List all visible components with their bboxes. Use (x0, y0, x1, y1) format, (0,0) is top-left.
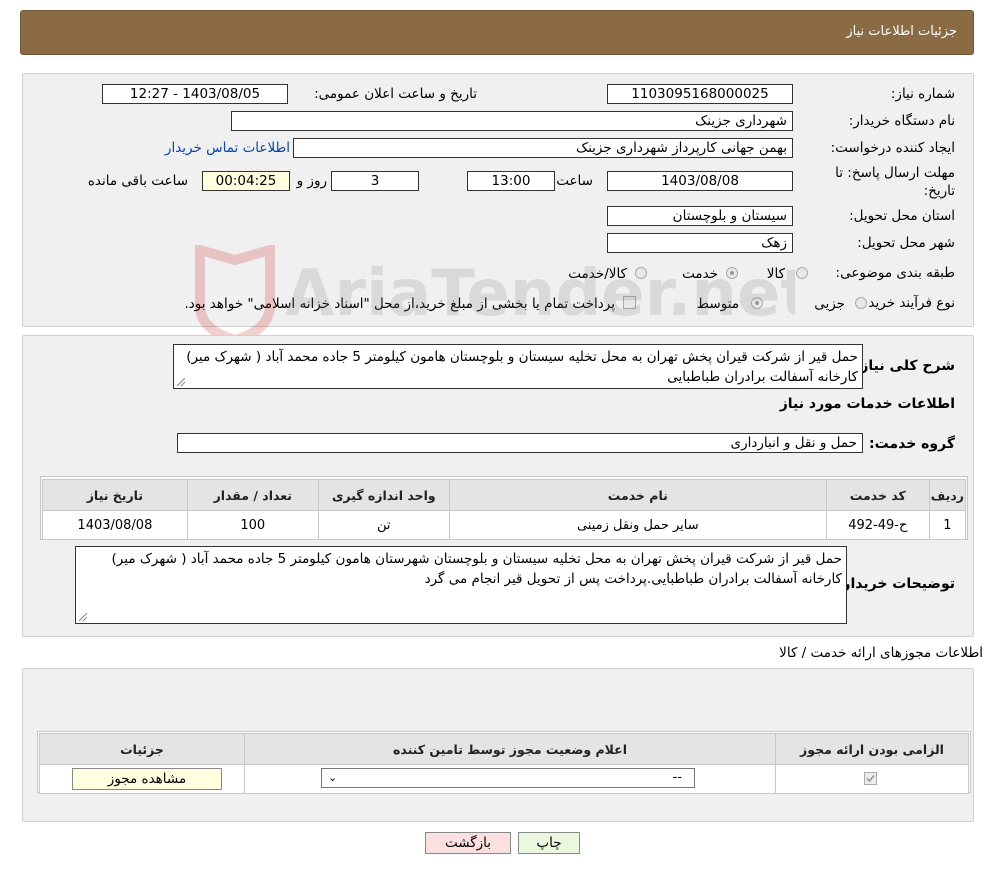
view-permit-button[interactable]: مشاهده مجوز (72, 768, 222, 790)
col-unit: واحد اندازه گیری (317, 479, 450, 511)
buyer-org-label: نام دستگاه خریدار: (848, 113, 955, 129)
province-field: سیستان و بلوچستان (607, 206, 793, 226)
description-label: شرح کلی نیاز: (854, 358, 955, 374)
permit-status-value: -- (672, 770, 682, 785)
deadline-date-field: 1403/08/08 (607, 171, 793, 191)
treasury-payment-checkbox[interactable] (623, 296, 636, 309)
buyer-org-field: شهرداری جزینک (231, 111, 793, 131)
buyer-notes-text: حمل قیر از شرکت قیران پخش تهران به محل ت… (111, 551, 842, 587)
buyer-contact-link[interactable]: اطلاعات تماس خریدار (165, 140, 290, 156)
description-textarea[interactable]: حمل قیر از شرکت قیران پخش تهران به محل ت… (173, 344, 863, 389)
days-field: 3 (331, 171, 419, 191)
process-label: نوع فرآیند خرید : (859, 295, 955, 311)
announce-field: 1403/08/05 - 12:27 (102, 84, 288, 104)
table-row: -- ⌄ مشاهده مجوز (39, 764, 969, 794)
buyer-notes-label: توضیحات خریدار: (836, 576, 955, 592)
category-radio-goods[interactable] (796, 267, 808, 279)
cell-permit-details: مشاهده مجوز (39, 764, 245, 794)
category-label: طبقه بندی موضوعی: (835, 265, 955, 281)
service-group-field: حمل و نقل و انبارداری (177, 433, 863, 453)
need-info-panel: شماره نیاز: 1103095168000025 تاریخ و ساع… (22, 73, 974, 327)
description-text: حمل قیر از شرکت قیران پخش تهران به محل ت… (186, 349, 858, 385)
col-quantity: تعداد / مقدار (186, 479, 319, 511)
city-label: شهر محل تحویل: (857, 235, 955, 251)
services-table: ردیف کد خدمت نام خدمت واحد اندازه گیری ت… (42, 479, 967, 540)
col-row: ردیف (928, 479, 967, 511)
service-group-label: گروه خدمت: (869, 436, 955, 452)
permit-required-checkbox (864, 772, 877, 785)
permits-section-title: اطلاعات مجوزهای ارائه خدمت / کالا (779, 645, 983, 661)
col-service-code: کد خدمت (825, 479, 930, 511)
description-panel: شرح کلی نیاز: حمل قیر از شرکت قیران پخش … (22, 335, 974, 637)
deadline-time-field: 13:00 (467, 171, 555, 191)
payment-note: پرداخت تمام یا بخشی از مبلغ خرید،از محل … (184, 296, 615, 312)
cell-service-code: ح-49-492 (825, 510, 930, 540)
table-row: 1 ح-49-492 سایر حمل ونقل زمینی تن 100 14… (42, 510, 967, 540)
permits-table: الزامی بودن ارائه مجوز اعلام وضعیت مجوز … (39, 733, 969, 794)
cell-permit-required (775, 764, 969, 794)
category-radio-goods-service[interactable] (635, 267, 647, 279)
cell-service-name: سایر حمل ونقل زمینی (448, 510, 827, 540)
buyer-notes-textarea[interactable]: حمل قیر از شرکت قیران پخش تهران به محل ت… (75, 546, 847, 624)
permits-table-wrap: الزامی بودن ارائه مجوز اعلام وضعیت مجوز … (37, 731, 971, 794)
col-service-name: نام خدمت (448, 479, 827, 511)
city-field: زهک (607, 233, 793, 253)
cell-need-date: 1403/08/08 (42, 510, 188, 540)
creator-field: بهمن جهانی کارپرداز شهرداری جزینک (293, 138, 793, 158)
resize-handle-icon[interactable] (79, 613, 87, 621)
process-radio-medium[interactable] (751, 297, 763, 309)
check-icon (866, 774, 875, 783)
col-permit-details: جزئیات (39, 733, 245, 765)
province-label: استان محل تحویل: (849, 208, 955, 224)
cell-unit: تن (317, 510, 450, 540)
category-goods-label: کالا (766, 266, 785, 282)
need-number-field: 1103095168000025 (607, 84, 793, 104)
announce-label: تاریخ و ساعت اعلان عمومی: (314, 86, 477, 102)
days-label: روز و (296, 173, 327, 189)
category-service-label: خدمت (682, 266, 718, 282)
services-section-title: اطلاعات خدمات مورد نیاز (779, 396, 955, 412)
cell-row: 1 (928, 510, 967, 540)
deadline-time-label: ساعت (556, 173, 593, 189)
cell-quantity: 100 (186, 510, 319, 540)
col-permit-required: الزامی بودن ارائه مجوز (775, 733, 969, 765)
process-minor-label: جزیی (814, 296, 845, 312)
print-button[interactable]: چاپ (518, 832, 580, 854)
cell-permit-status: -- ⌄ (244, 764, 776, 794)
permit-status-select[interactable]: -- ⌄ (321, 768, 695, 788)
services-table-wrap: ردیف کد خدمت نام خدمت واحد اندازه گیری ت… (40, 476, 968, 540)
col-need-date: تاریخ نیاز (42, 479, 188, 511)
need-number-label: شماره نیاز: (890, 86, 955, 102)
col-permit-status: اعلام وضعیت مجوز توسط تامین کننده (244, 733, 776, 765)
category-goods-service-label: کالا/خدمت (568, 266, 627, 282)
resize-handle-icon[interactable] (177, 378, 185, 386)
deadline-label-2: تاریخ: (923, 183, 955, 199)
process-medium-label: متوسط (696, 296, 739, 312)
permits-table-header: الزامی بودن ارائه مجوز اعلام وضعیت مجوز … (39, 733, 969, 765)
permits-panel: الزامی بودن ارائه مجوز اعلام وضعیت مجوز … (22, 668, 974, 822)
services-table-header: ردیف کد خدمت نام خدمت واحد اندازه گیری ت… (42, 479, 967, 511)
creator-label: ایجاد کننده درخواست: (830, 140, 955, 156)
page-title: جزئیات اطلاعات نیاز (846, 24, 957, 39)
remaining-time-field: 00:04:25 (202, 171, 290, 191)
page-header: جزئیات اطلاعات نیاز (20, 10, 974, 55)
process-radio-minor[interactable] (855, 297, 867, 309)
category-radio-service[interactable] (726, 267, 738, 279)
deadline-label-1: مهلت ارسال پاسخ: تا (835, 165, 955, 181)
back-button[interactable]: بازگشت (425, 832, 511, 854)
chevron-down-icon: ⌄ (328, 771, 338, 784)
remaining-label: ساعت باقی مانده (87, 173, 188, 189)
